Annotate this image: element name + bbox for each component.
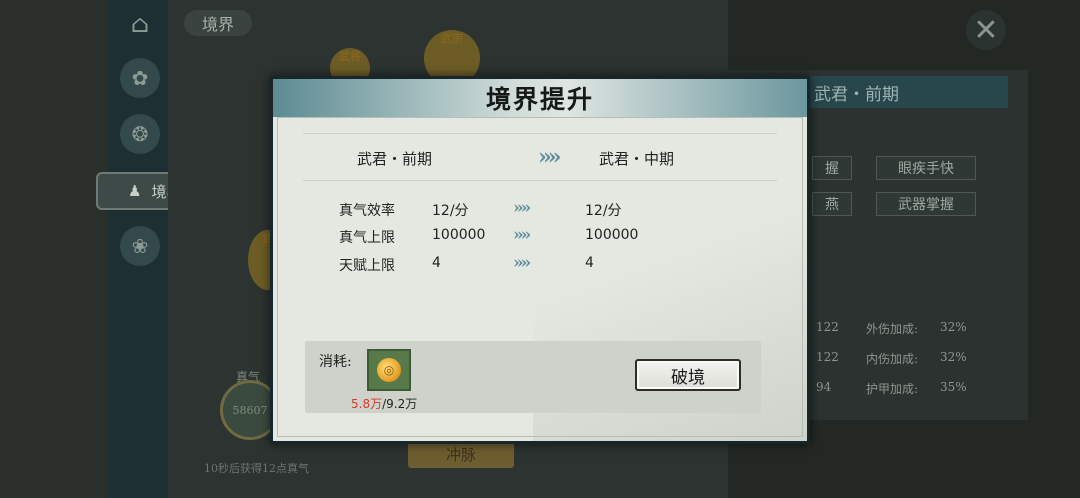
talent-chip[interactable]: 眼疾手快 bbox=[876, 156, 976, 180]
dialog-title: 境界提升 bbox=[485, 85, 594, 114]
stat-pct: 32% bbox=[940, 320, 967, 334]
realm-upgrade-dialog: 境界提升 武君・前期 »» 武君・中期 真气效率 12/分 »» 12/分 真气… bbox=[270, 76, 810, 444]
stat-current: 100000 bbox=[432, 227, 486, 243]
talent-chip[interactable]: 握 bbox=[812, 156, 852, 180]
dialog-header: 境界提升 bbox=[273, 79, 807, 117]
double-arrow-right-icon: »» bbox=[513, 225, 531, 245]
stat-label: 内伤加成: bbox=[866, 352, 919, 366]
stat-row-qi-efficiency: 真气效率 12/分 »» 12/分 bbox=[273, 197, 807, 221]
stat-next: 12/分 bbox=[585, 203, 622, 219]
talent-chip[interactable]: 燕 bbox=[812, 192, 852, 216]
stat-value: 94 bbox=[816, 380, 832, 394]
left-strip bbox=[0, 0, 108, 498]
side-nav-item-2-icon[interactable]: ✿ bbox=[120, 58, 160, 98]
orb-label: 武将 bbox=[339, 50, 361, 63]
stat-next: 4 bbox=[585, 255, 594, 271]
qi-gain-note: 10秒后获得12点真气 bbox=[204, 462, 309, 475]
right-panel-header: 武君・前期 bbox=[800, 76, 1008, 108]
double-arrow-right-icon: »» bbox=[538, 144, 561, 170]
stat-current: 12/分 bbox=[432, 203, 469, 219]
cost-amount: 5.8万/9.2万 bbox=[351, 395, 417, 412]
stat-label: 护甲加成: bbox=[866, 382, 919, 396]
next-realm: 武君・中期 bbox=[599, 150, 675, 168]
current-realm: 武君・前期 bbox=[357, 150, 433, 168]
chongmai-button[interactable]: 冲脉 bbox=[408, 440, 514, 468]
page-title: 境界 bbox=[184, 10, 252, 36]
home-icon[interactable]: ⌂ bbox=[120, 4, 160, 44]
stat-row-qi-limit: 真气上限 100000 »» 100000 bbox=[273, 224, 807, 248]
orb-label: 武宗 bbox=[441, 32, 463, 45]
stat-label: 外伤加成: bbox=[866, 322, 919, 336]
stat-label: 真气效率 bbox=[339, 203, 395, 219]
realm-nav-icon: ♟ bbox=[128, 182, 142, 200]
realm-change-row: 武君・前期 »» 武君・中期 bbox=[303, 133, 777, 181]
side-nav-item-3-icon[interactable]: ❂ bbox=[120, 114, 160, 154]
stat-pct: 32% bbox=[940, 350, 967, 364]
stat-current: 4 bbox=[432, 255, 441, 271]
break-through-button[interactable]: 破境 bbox=[635, 359, 741, 391]
double-arrow-right-icon: »» bbox=[513, 253, 531, 273]
stat-next: 100000 bbox=[585, 227, 639, 243]
stat-label: 天赋上限 bbox=[339, 258, 395, 274]
stat-value: 122 bbox=[816, 350, 839, 364]
stat-row-talent-limit: 天赋上限 4 »» 4 bbox=[273, 252, 807, 276]
stat-label: 真气上限 bbox=[339, 230, 395, 246]
stat-pct: 35% bbox=[940, 380, 967, 394]
talent-chip[interactable]: 武器掌握 bbox=[876, 192, 976, 216]
double-arrow-right-icon: »» bbox=[513, 198, 531, 218]
cost-panel: 消耗: ◎ 5.8万/9.2万 破境 bbox=[305, 341, 761, 413]
side-nav-item-5-icon[interactable]: ❀ bbox=[120, 226, 160, 266]
gauge-value: 58607 bbox=[232, 403, 268, 417]
cost-owned: 5.8万 bbox=[351, 397, 383, 411]
stat-value: 122 bbox=[816, 320, 839, 334]
cost-item-slot[interactable]: ◎ bbox=[367, 349, 411, 391]
close-icon[interactable]: ✕ bbox=[966, 10, 1006, 50]
gold-coin-icon: ◎ bbox=[377, 358, 401, 382]
cost-required: /9.2万 bbox=[382, 397, 418, 411]
cost-label: 消耗: bbox=[319, 354, 352, 370]
